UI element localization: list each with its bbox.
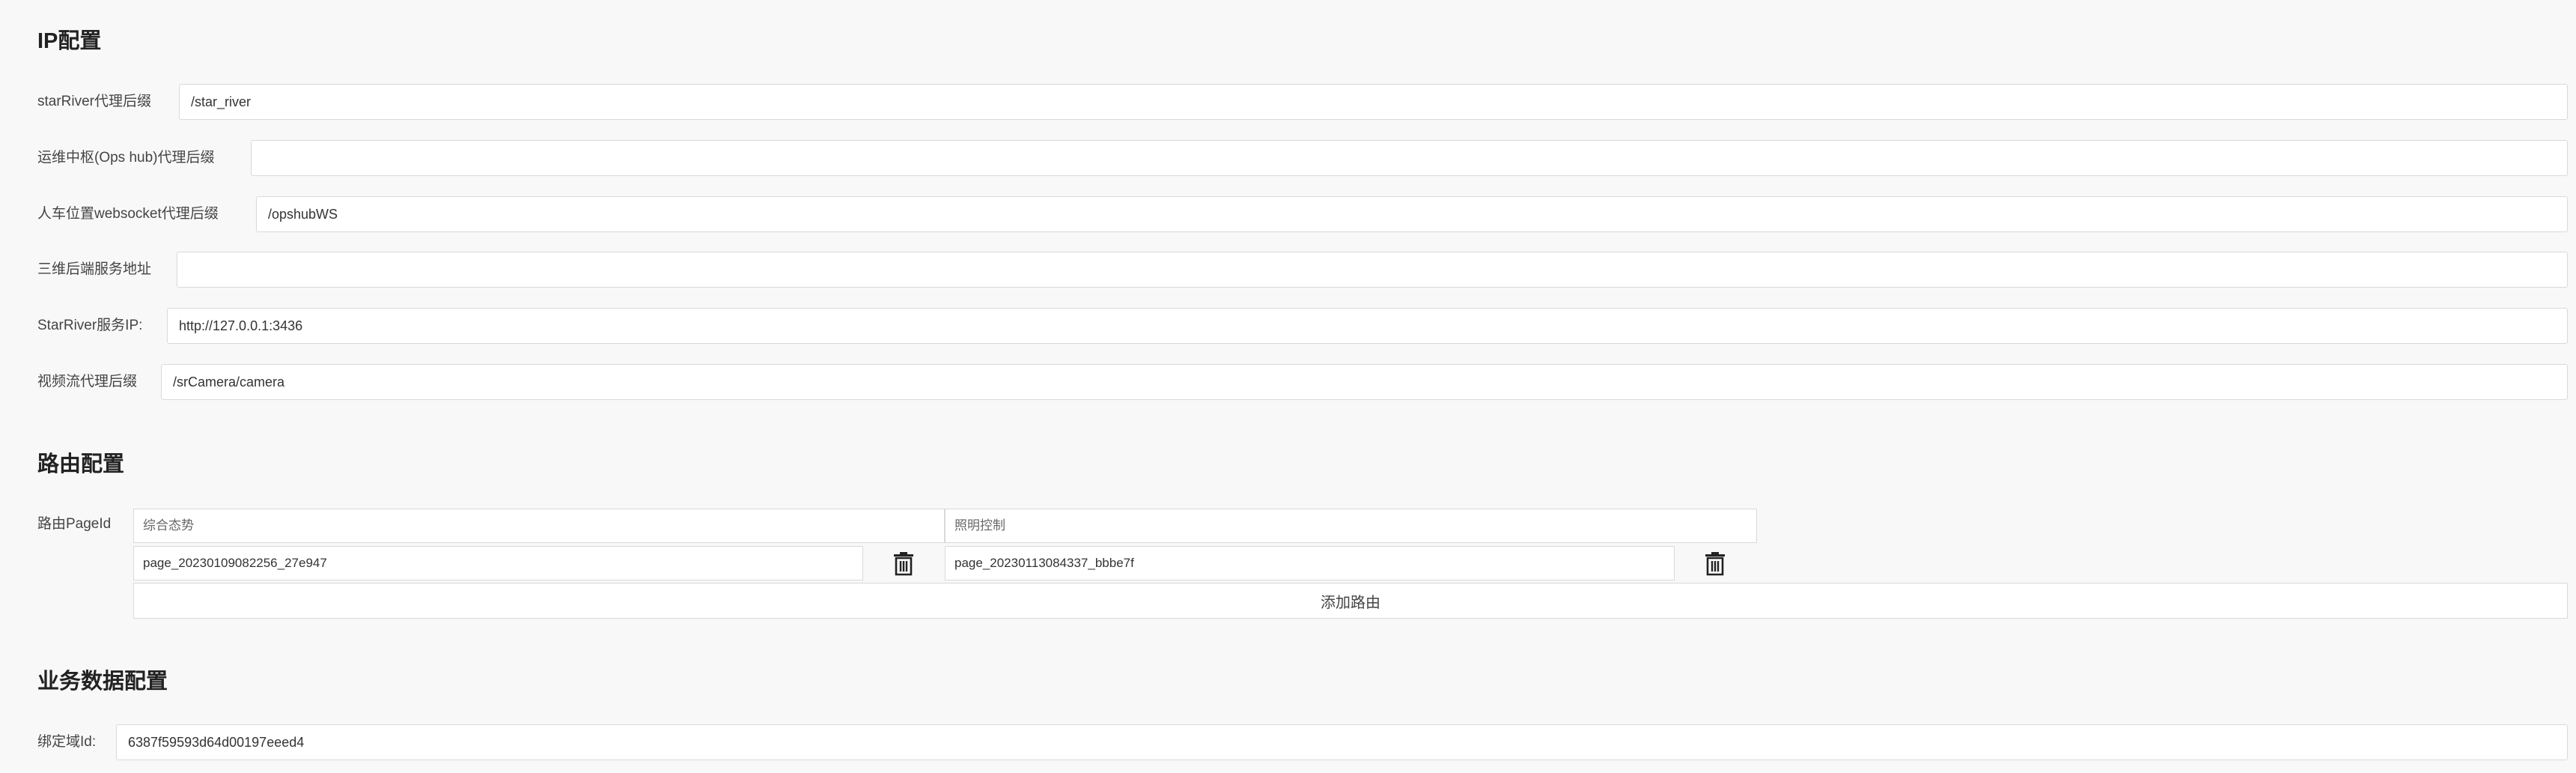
starriver-proxy-suffix-label: starRiver代理后缀 [37,94,152,109]
3d-backend-address-label: 三维后端服务地址 [37,261,152,277]
ip-config-title: IP配置 [37,29,102,53]
route-name-input-2[interactable] [945,509,1757,543]
bind-domain-id-label: 绑定域Id: [37,734,97,750]
starriver-proxy-suffix-input[interactable] [179,84,2568,120]
video-stream-proxy-suffix-label: 视频流代理后缀 [37,374,138,389]
3d-backend-address-input[interactable] [177,252,2568,288]
route-pageid-input-2[interactable] [945,546,1675,580]
trash-icon [1705,552,1725,576]
websocket-proxy-suffix-label: 人车位置websocket代理后缀 [37,206,219,222]
delete-route-button-2[interactable] [1700,548,1730,578]
business-data-config-title: 业务数据配置 [37,670,168,694]
starriver-service-ip-input[interactable] [167,308,2568,344]
starriver-service-ip-label: StarRiver服务IP: [37,318,143,333]
settings-page: IP配置 starRiver代理后缀 运维中枢(Ops hub)代理后缀 人车位… [0,0,2576,773]
route-name-input-1[interactable] [133,509,945,543]
route-pageid-input-1[interactable] [133,546,863,580]
delete-route-button-1[interactable] [889,548,919,578]
route-config-title: 路由配置 [37,452,125,476]
video-stream-proxy-suffix-input[interactable] [161,364,2568,400]
bind-domain-id-input[interactable] [116,724,2568,760]
add-route-button[interactable]: 添加路由 [133,583,2568,619]
opshub-proxy-suffix-label: 运维中枢(Ops hub)代理后缀 [37,150,215,166]
trash-icon [894,552,913,576]
opshub-proxy-suffix-input[interactable] [251,140,2568,176]
route-pageid-label: 路由PageId [37,516,112,532]
websocket-proxy-suffix-input[interactable] [256,196,2568,232]
